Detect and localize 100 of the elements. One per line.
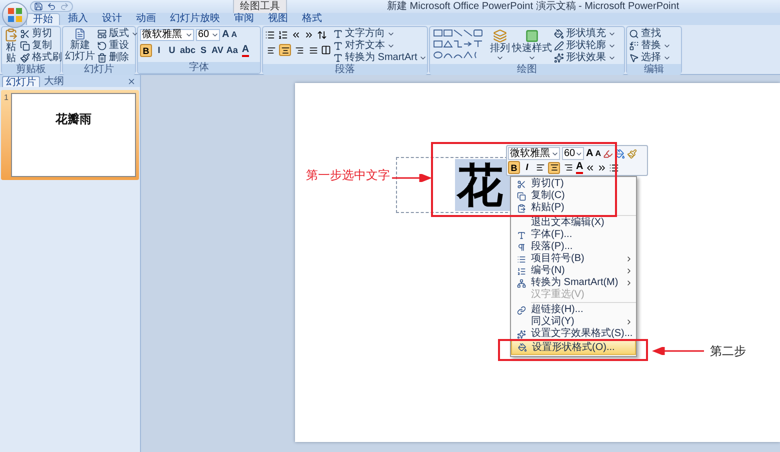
ribbon-button[interactable]: 版式 [97,28,139,40]
paintbrush-icon[interactable] [627,148,638,158]
font-color-button[interactable]: A [242,44,250,57]
align-button[interactable] [562,162,574,174]
pointer-icon [629,53,639,63]
grow-font-button[interactable]: A [586,148,594,160]
annotation-text: 第二步 [710,344,746,358]
arrange-button[interactable]: 排列 [490,28,510,64]
ribbon-button[interactable]: 复制 [20,40,62,52]
menu-item[interactable]: 项目符号(B) [511,253,636,265]
ribbon-tab[interactable]: 格式 [296,13,328,25]
menu-item[interactable]: 段落(P)... [511,241,636,253]
font-name-field[interactable]: 微软雅黑 [508,147,560,160]
menu-item[interactable]: 退出文本编辑(X) [511,217,636,229]
line-spacing-icon[interactable] [317,30,327,40]
font-size-field[interactable]: 60 [196,29,220,41]
replace-icon [629,41,639,51]
highlighter-icon[interactable] [603,148,614,158]
shrink-font-button[interactable]: A [231,29,238,41]
align-button[interactable] [534,162,546,174]
format-button[interactable]: B [140,44,152,57]
ribbon-tab[interactable]: 设计 [96,13,128,25]
columns-icon[interactable] [321,45,331,55]
align-button[interactable] [548,162,560,174]
ribbon-button[interactable]: 文字方向 [333,28,428,40]
font-color-button[interactable]: A [576,162,584,174]
undo-icon[interactable] [47,2,56,11]
numbered-list-icon[interactable] [278,30,288,40]
format-button[interactable]: U [166,44,178,57]
ribbon-button[interactable]: 对齐文本 [333,40,428,52]
format-button[interactable]: AV [210,44,224,57]
reset-icon [97,41,107,51]
ribbon-button[interactable]: 格式刷 [20,52,62,64]
ribbon-tab[interactable]: 视图 [262,13,294,25]
font-size-field[interactable]: 60 [562,147,584,160]
ribbon-button[interactable]: 形状填充 [554,28,616,40]
window-title: 新建 Microsoft Office PowerPoint 演示文稿 - Microsoft PowerPoint [387,0,680,13]
ribbon-button[interactable]: 选择 [629,52,671,64]
shrink-font-button[interactable]: A [595,148,602,160]
group-label: 幻灯片 [84,64,114,75]
ribbon-button[interactable]: 剪切 [20,28,62,40]
menu-item[interactable]: 超链接(H)... [511,304,636,316]
diagram-icon [516,278,526,288]
decrease-indent-icon[interactable] [291,30,301,40]
align-button[interactable] [279,44,291,56]
ribbon-button[interactable]: 查找 [629,28,671,40]
slide-title: 花 [455,159,503,211]
menu-item[interactable]: 粘贴(P) [511,202,636,214]
italic-button[interactable]: I [522,161,532,174]
ribbon-button[interactable]: 重设 [97,40,139,52]
paste-button[interactable]: 粘贴 [4,28,18,64]
ribbon-tab[interactable]: 动画 [130,13,162,25]
font-name-field[interactable]: 微软雅黑 [140,29,194,41]
save-icon[interactable] [34,2,43,11]
format-button[interactable]: S [198,44,210,57]
menu-item[interactable]: 字体(F)... [511,229,636,241]
clipboard-icon [4,28,18,42]
group-label: 字体 [189,62,209,73]
menu-item[interactable]: 剪切(T) [511,178,636,190]
bullet-list-icon[interactable] [265,30,275,40]
ribbon-button[interactable]: 转换为 SmartArt [333,52,428,64]
scissors-icon [20,29,30,39]
scissors-icon [516,180,526,188]
search-icon [629,29,639,39]
menu-item[interactable]: 编号(N) [511,265,636,277]
paint-bucket-icon[interactable] [615,148,626,158]
ribbon-button[interactable]: 删除 [97,52,139,64]
ribbon-tab[interactable]: 开始 [26,13,60,25]
slide-number: 1 [4,93,10,104]
quick-styles-button[interactable]: 快速样式 [512,28,552,64]
menu-item[interactable]: 同义词(Y) [511,316,636,328]
format-button[interactable]: abc [179,44,197,57]
layers-icon [493,29,507,43]
increase-indent-icon[interactable] [304,30,314,40]
new-slide-button[interactable]: 新建 幻灯片 [65,28,95,64]
ribbon-button[interactable]: 形状效果 [554,52,616,64]
menu-item[interactable]: 复制(C) [511,190,636,202]
ribbon-button[interactable]: 替换 [629,40,671,52]
ribbon-tab[interactable]: 审阅 [228,13,260,25]
format-button[interactable]: I [153,44,165,57]
panel-tab[interactable]: 大纲 [41,76,67,87]
close-icon[interactable] [127,77,136,86]
annotation-arrow [652,347,704,355]
menu-item[interactable]: 设置形状格式(O)... [511,340,636,355]
bullet-list-icon [516,254,526,264]
format-button[interactable]: Aa [225,44,239,57]
group-label: 绘图 [517,64,537,75]
menu-item[interactable]: 设置文字效果格式(S)... [511,328,636,340]
menu-item[interactable]: 转换为 SmartArt(M) [511,277,636,289]
decrease-indent-icon[interactable] [585,162,596,172]
ribbon-button[interactable]: 形状轮廓 [554,40,616,52]
increase-indent-icon[interactable] [597,162,608,172]
slide-thumbnail-frame[interactable]: 1 花瓣雨 [1,90,139,180]
text-icon [333,41,343,51]
bullet-list-icon[interactable] [609,162,620,172]
ribbon-tab[interactable]: 插入 [62,13,94,25]
format-button[interactable]: B [508,161,520,174]
grow-font-button[interactable]: A [222,29,230,41]
panel-tab[interactable]: 幻灯片 [2,76,40,87]
ribbon-tab[interactable]: 幻灯片放映 [164,13,226,25]
